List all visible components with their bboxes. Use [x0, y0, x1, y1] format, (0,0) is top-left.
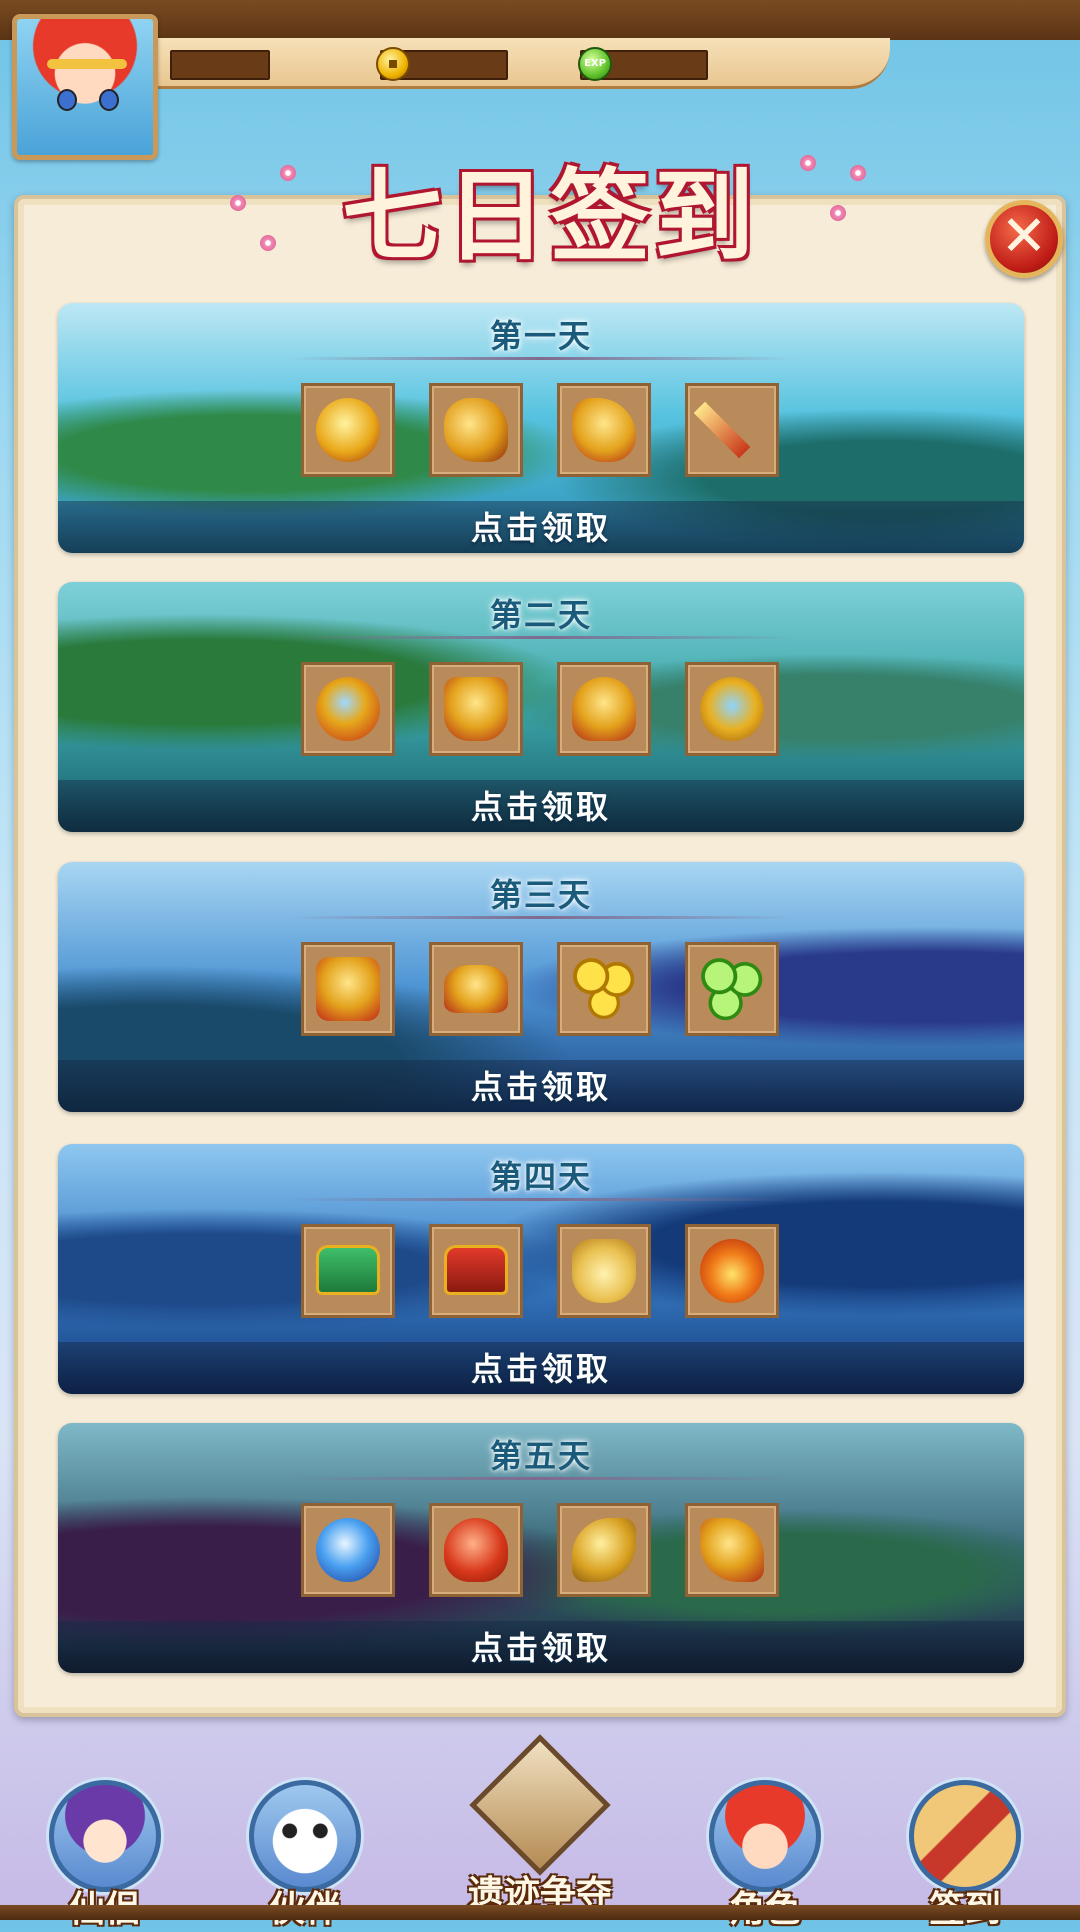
green-chest-icon — [316, 1245, 380, 1295]
player-name-slot — [170, 50, 270, 80]
crossed-swords-icon — [469, 1734, 611, 1876]
divider — [288, 1198, 794, 1201]
gold-pouch-icon — [572, 1239, 636, 1303]
avatar-eye — [57, 89, 77, 111]
golden-armor-icon — [444, 677, 508, 741]
nav-item-fairy[interactable]: 仙侣 — [45, 1780, 165, 1930]
red-chest-icon — [444, 1245, 508, 1295]
golden-amulet-icon — [700, 677, 764, 741]
reward-slot[interactable] — [685, 1503, 779, 1597]
claim-button[interactable]: 点击领取 — [58, 1062, 1024, 1108]
close-icon: ✕ — [1000, 204, 1048, 269]
reward-slot[interactable] — [301, 942, 395, 1036]
reward-items — [301, 383, 801, 481]
divider — [288, 357, 794, 360]
day-title: 第一天 — [489, 317, 592, 355]
day-card-4: 第四天 点击领取 — [58, 1144, 1024, 1394]
reward-slot[interactable] — [685, 942, 779, 1036]
reward-slot[interactable] — [429, 1224, 523, 1318]
reward-slot[interactable] — [429, 662, 523, 756]
panel-title-banner: 七日签到 — [230, 125, 866, 275]
fairy-avatar-icon — [49, 1780, 161, 1892]
claim-button[interactable]: 点击领取 — [58, 503, 1024, 549]
day-title: 第五天 — [489, 1437, 592, 1475]
reward-items — [301, 942, 801, 1040]
avatar-eye — [99, 89, 119, 111]
divider — [288, 1477, 794, 1480]
headband — [47, 59, 127, 69]
day-title: 第二天 — [489, 596, 592, 634]
blue-orb-icon — [316, 1518, 380, 1582]
reward-slot[interactable] — [301, 1224, 395, 1318]
reward-slot[interactable] — [685, 662, 779, 756]
day-title: 第三天 — [489, 876, 592, 914]
panda-avatar-icon — [249, 1780, 361, 1892]
reward-slot[interactable] — [429, 383, 523, 477]
reward-slot[interactable] — [557, 942, 651, 1036]
golden-helmet-icon — [316, 398, 380, 462]
day-card-1: 第一天 点击领取 — [58, 303, 1024, 553]
golden-boots-icon — [572, 398, 636, 462]
reward-items — [301, 662, 801, 760]
checkin-scroll-icon — [909, 1780, 1021, 1892]
day-card-5: 第五天 点击领取 — [58, 1423, 1024, 1673]
reward-items — [301, 1503, 801, 1601]
coin-icon — [376, 47, 410, 81]
golden-belt-icon — [316, 957, 380, 1021]
reward-slot[interactable] — [557, 383, 651, 477]
golden-wing-icon — [700, 1518, 764, 1582]
reward-slot[interactable] — [301, 1503, 395, 1597]
nav-item-partner[interactable]: 伙伴 — [245, 1780, 365, 1930]
golden-helmet-icon — [572, 677, 636, 741]
panel-title: 七日签到 — [342, 157, 758, 275]
resource-bar — [150, 38, 890, 89]
reward-slot[interactable] — [429, 1503, 523, 1597]
day-card-3: 第三天 点击领取 — [58, 862, 1024, 1112]
nav-item-checkin[interactable]: 签到 — [905, 1780, 1025, 1930]
exp-orbs-icon — [700, 957, 764, 1021]
hero-avatar-icon — [709, 1780, 821, 1892]
bottom-strip — [0, 1905, 1080, 1920]
day-title: 第四天 — [489, 1158, 592, 1196]
red-gourd-icon — [444, 1518, 508, 1582]
reward-slot[interactable] — [301, 383, 395, 477]
golden-gauntlet-icon — [444, 398, 508, 462]
exp-icon: EXP — [578, 47, 612, 81]
reward-slot[interactable] — [429, 942, 523, 1036]
reward-slot[interactable] — [557, 1224, 651, 1318]
reward-items — [301, 1224, 801, 1322]
nav-item-character[interactable]: 角色 — [705, 1780, 825, 1930]
divider — [288, 636, 794, 639]
close-button[interactable]: ✕ — [985, 200, 1063, 278]
golden-ring-icon — [316, 677, 380, 741]
claim-button[interactable]: 点击领取 — [58, 782, 1024, 828]
day-card-2: 第二天 点击领取 — [58, 582, 1024, 832]
player-avatar[interactable] — [12, 14, 158, 160]
claim-button[interactable]: 点击领取 — [58, 1623, 1024, 1669]
reward-slot[interactable] — [301, 662, 395, 756]
nav-item-ruins-battle[interactable]: 遗迹争夺 — [445, 1734, 635, 1920]
golden-sword-icon — [693, 401, 751, 459]
reward-slot[interactable] — [685, 1224, 779, 1318]
reward-slot[interactable] — [557, 1503, 651, 1597]
reward-slot[interactable] — [557, 662, 651, 756]
gold-coins-icon — [572, 957, 636, 1021]
golden-crown-icon — [444, 965, 508, 1013]
fire-orb-icon — [700, 1239, 764, 1303]
claim-button[interactable]: 点击领取 — [58, 1344, 1024, 1390]
divider — [288, 916, 794, 919]
top-bar — [0, 0, 1080, 40]
reward-slot[interactable] — [685, 383, 779, 477]
golden-shoulder-icon — [572, 1518, 636, 1582]
